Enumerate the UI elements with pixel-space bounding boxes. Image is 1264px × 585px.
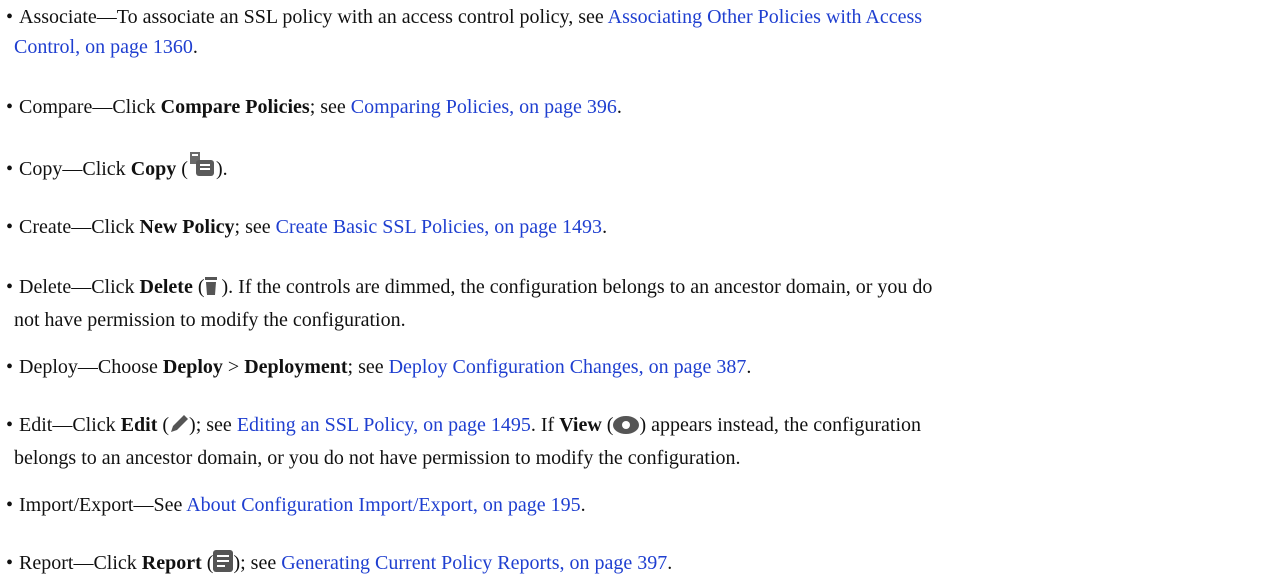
item-text: Import/Export—See (19, 494, 187, 516)
item-text: Compare—Click (19, 96, 161, 118)
item-text: ) appears instead, the configuration (639, 414, 922, 436)
bullet-list: • Associate—To associate an SSL policy wi… (0, 0, 1264, 585)
link-generating-current-policy-reports[interactable]: Generating Current Policy Reports, on pa… (281, 552, 667, 574)
link-create-basic-ssl-policies[interactable]: Create Basic SSL Policies, on page 1493 (276, 216, 602, 238)
link-associating-other-policies-cont[interactable]: Control, on page 1360 (14, 36, 193, 58)
list-item-compare: • Compare—Click Compare Policies; see Com… (6, 92, 1252, 122)
list-item-edit: • Edit—Click Edit ( ); see Editing an SSL … (6, 410, 1252, 473)
paren-open: ( (201, 552, 214, 574)
bullet: • (6, 216, 14, 238)
item-text: ). If the controls are dimmed, the confi… (216, 276, 933, 298)
list-item-create: • Create—Click New Policy; see Create Bas… (6, 212, 1252, 242)
link-deploy-configuration-changes[interactable]: Deploy Configuration Changes, on page 38… (389, 356, 747, 378)
item-text: Create—Click (19, 216, 140, 238)
item-tail: . (746, 356, 752, 378)
item-text: ; see (309, 96, 351, 118)
item-text: Edit—Click (19, 414, 121, 436)
view-label: View (559, 414, 602, 436)
eye-icon (613, 413, 640, 443)
bullet: • (6, 356, 14, 378)
item-text: ; see (234, 216, 276, 238)
list-item-report: • Report—Click Report ( ); see Generating … (6, 548, 1252, 581)
item-tail: . (192, 36, 198, 58)
item-tail: . (667, 552, 673, 574)
link-about-configuration-import-export[interactable]: About Configuration Import/Export, on pa… (186, 494, 580, 516)
item-text: Deploy—Choose (19, 356, 163, 378)
bullet: • (6, 276, 14, 298)
copy-icon (188, 152, 216, 187)
list-item-copy: • Copy—Click Copy (). (6, 152, 1252, 187)
item-text: ); see (233, 552, 282, 574)
item-text: ); see (189, 414, 237, 436)
paren-open: ( (601, 414, 614, 436)
item-text: Report—Click (19, 552, 142, 574)
item-text: > (222, 356, 245, 378)
item-text: . If (530, 414, 560, 436)
item-text: Delete—Click (19, 276, 140, 298)
trash-icon (204, 275, 217, 305)
item-tail: . (602, 216, 608, 238)
deployment-label: Deployment (244, 356, 348, 378)
item-tail: . (580, 494, 586, 516)
copy-label: Copy (130, 158, 177, 180)
bullet: • (6, 158, 14, 180)
paren-open: ( (192, 276, 205, 298)
list-item-import-export: • Import/Export—See About Configuration I… (6, 490, 1252, 520)
bullet: • (6, 414, 14, 436)
list-item-delete: • Delete—Click Delete ( ). If the control… (6, 272, 1252, 335)
bullet: • (6, 96, 14, 118)
paren-open: ( (176, 158, 188, 180)
bullet: • (6, 494, 14, 516)
item-text: Copy—Click (19, 158, 131, 180)
list-item-deploy: • Deploy—Choose Deploy > Deployment; see … (6, 352, 1252, 382)
report-label: Report (141, 552, 202, 574)
edit-label: Edit (120, 414, 158, 436)
item-tail: . (616, 96, 622, 118)
new-policy-label: New Policy (139, 216, 235, 238)
link-associating-other-policies[interactable]: Associating Other Policies with Access (608, 6, 922, 28)
bullet: • (6, 552, 14, 574)
item-text: ; see (347, 356, 389, 378)
link-comparing-policies[interactable]: Comparing Policies, on page 396 (351, 96, 617, 118)
bullet: • (6, 6, 14, 28)
pencil-icon (169, 413, 189, 443)
item-text-line2: belongs to an ancestor domain, or you do… (14, 447, 741, 469)
list-item-associate: • Associate—To associate an SSL policy wi… (6, 2, 1252, 62)
compare-policies-label: Compare Policies (160, 96, 310, 118)
item-text: Associate—To associate an SSL policy wit… (19, 6, 608, 28)
report-icon (213, 550, 234, 581)
deploy-label: Deploy (162, 356, 223, 378)
link-editing-ssl-policy[interactable]: Editing an SSL Policy, on page 1495 (237, 414, 531, 436)
paren-close: ). (215, 158, 228, 180)
paren-open: ( (157, 414, 170, 436)
delete-label: Delete (139, 276, 193, 298)
item-text-line2: not have permission to modify the config… (14, 309, 406, 331)
